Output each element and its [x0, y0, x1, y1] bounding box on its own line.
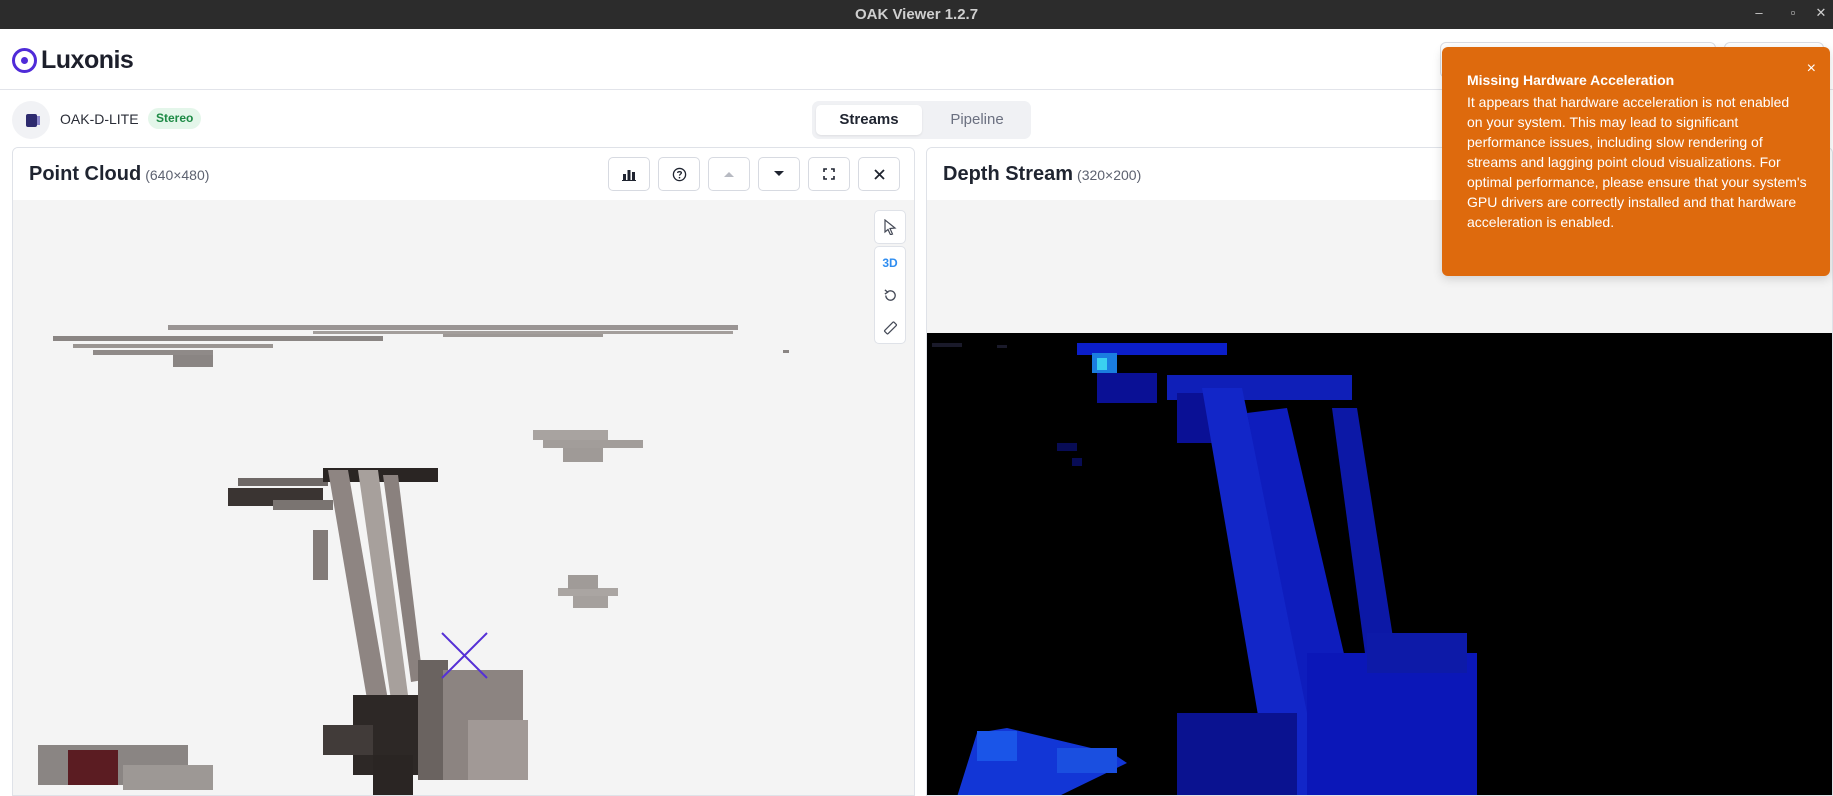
luxonis-logo-icon: [12, 47, 37, 73]
brand-name: Luxonis: [41, 45, 134, 74]
point-cloud-render: [38, 325, 789, 795]
point-cloud-panel: Point Cloud (640×480) 3D: [12, 147, 915, 796]
ruler-icon: [883, 320, 897, 334]
tab-streams[interactable]: Streams: [816, 105, 922, 135]
3d-view-button[interactable]: 3D: [875, 247, 905, 279]
stats-button[interactable]: [608, 157, 650, 191]
depth-stream-viewport[interactable]: [927, 333, 1832, 795]
toast-title: Missing Hardware Acceleration: [1467, 72, 1675, 88]
rotate-icon: [883, 288, 896, 301]
move-up-button[interactable]: [708, 157, 750, 191]
window-titlebar: OAK Viewer 1.2.7 – ▫ ✕: [0, 0, 1833, 29]
reset-view-button[interactable]: [875, 279, 905, 311]
luxonis-logo: Luxonis: [12, 45, 134, 74]
view-tool-group: 3D: [874, 246, 906, 344]
fullscreen-icon: [823, 168, 835, 180]
depth-image: [932, 343, 1477, 795]
window-title: OAK Viewer 1.2.7: [854, 6, 979, 23]
point-cloud-title: Point Cloud (640×480): [29, 163, 209, 186]
help-button[interactable]: [658, 157, 700, 191]
point-cloud-header: Point Cloud (640×480): [13, 148, 914, 200]
hardware-acceleration-toast: Missing Hardware Acceleration It appears…: [1442, 47, 1830, 276]
tab-pipeline[interactable]: Pipeline: [926, 105, 1028, 135]
move-down-button[interactable]: [758, 157, 800, 191]
pointer-tool-button[interactable]: [875, 211, 905, 243]
close-panel-button[interactable]: [858, 157, 900, 191]
caret-down-icon: [774, 171, 784, 176]
measure-tool-button[interactable]: [875, 311, 905, 343]
select-tool-group: [874, 210, 906, 244]
depth-stream-title: Depth Stream (320×200): [943, 163, 1141, 186]
point-cloud-title-text: Point Cloud: [29, 163, 142, 185]
point-cloud-viewport[interactable]: 3D: [13, 200, 914, 795]
bar-chart-icon: [622, 170, 636, 181]
close-icon: [873, 168, 885, 180]
view-tabs: Streams Pipeline: [812, 101, 1031, 139]
toast-message: It appears that hardware acceleration is…: [1467, 94, 1807, 230]
stereo-badge: Stereo: [148, 108, 202, 129]
toast-close-icon[interactable]: ×: [1807, 60, 1816, 78]
depth-stream-title-text: Depth Stream: [943, 163, 1074, 185]
window-close-button[interactable]: ✕: [1812, 4, 1830, 22]
pointer-icon: [884, 219, 897, 235]
maximize-button[interactable]: ▫: [1784, 4, 1802, 22]
help-icon: [672, 167, 686, 181]
point-cloud-dims: (640×480): [145, 167, 210, 183]
fullscreen-button[interactable]: [808, 157, 850, 191]
device-icon: [12, 101, 50, 139]
depth-stream-dims: (320×200): [1077, 167, 1142, 183]
minimize-button[interactable]: –: [1750, 4, 1768, 22]
caret-up-icon: [724, 172, 734, 177]
device-name: OAK-D-LITE: [60, 111, 139, 127]
